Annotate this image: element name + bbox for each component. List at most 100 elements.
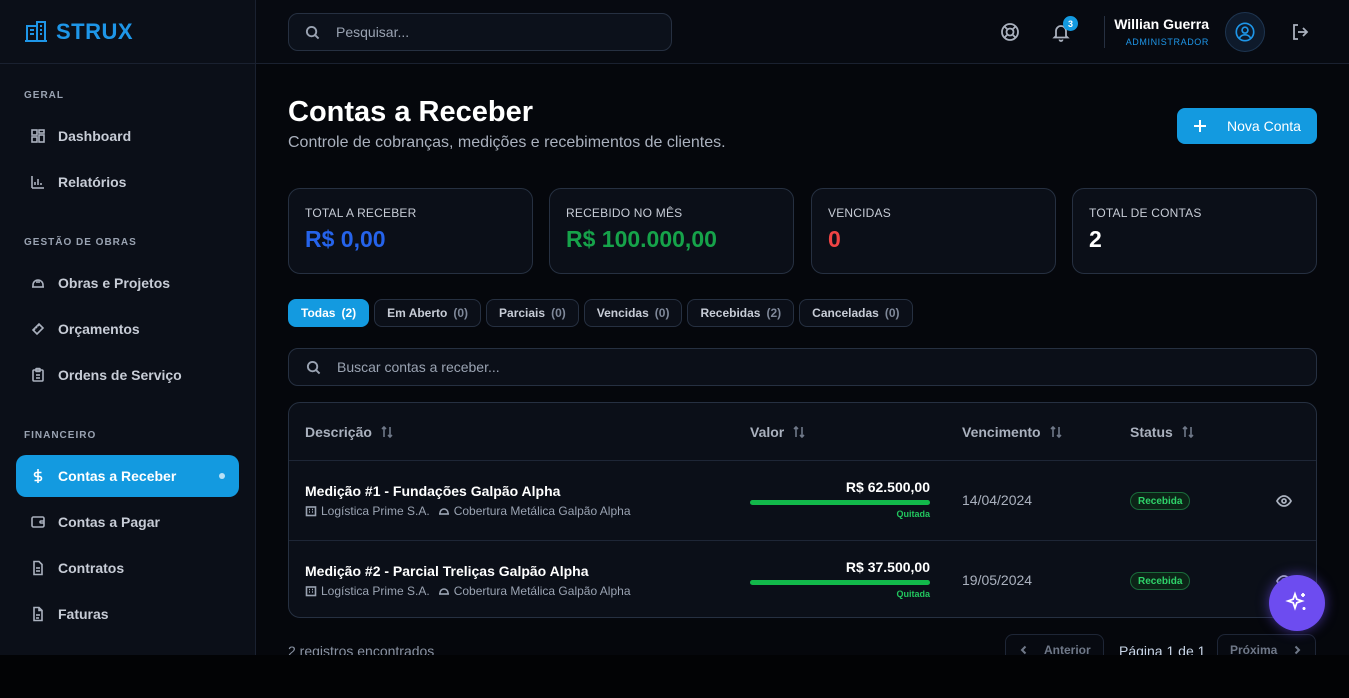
sidebar-item-dashboard[interactable]: Dashboard [16,115,239,157]
row-meta: Logística Prime S.A. Cobertura Metálica … [305,584,631,598]
sidebar: STRUX GERAL Dashboard Relatórios GESTÃO … [0,0,256,655]
dollar-icon [33,469,43,483]
section-title-financeiro: FINANCEIRO [24,430,97,441]
row-client: Logística Prime S.A. [321,504,430,518]
global-search[interactable] [288,13,672,51]
hard-hat-icon [438,508,449,515]
sidebar-item-relatorios[interactable]: Relatórios [16,161,239,203]
row-description: Medição #2 - Parcial Treliças Galpão Alp… [305,563,589,579]
prev-page-button[interactable]: Anterior [1005,634,1104,655]
payment-progress-bar [750,580,930,585]
filter-count: (0) [551,306,566,320]
section-title-gestao: GESTÃO DE OBRAS [24,237,137,248]
next-page-button[interactable]: Próxima [1217,634,1317,655]
table-row[interactable]: Medição #2 - Parcial Treliças Galpão Alp… [289,540,1316,617]
row-project: Cobertura Metálica Galpão Alpha [453,584,631,598]
payment-progress-fill [750,580,930,585]
sidebar-item-contas-pagar[interactable]: Contas a Pagar [16,501,239,543]
sidebar-item-ordens[interactable]: Ordens de Serviço [16,354,239,396]
new-account-button[interactable]: Nova Conta [1177,108,1317,144]
view-button[interactable] [1275,493,1293,509]
row-client: Logística Prime S.A. [321,584,430,598]
filter-count: (0) [884,306,900,320]
sidebar-item-label: Faturas [58,606,109,622]
sidebar-item-orcamentos[interactable]: Orçamentos [16,308,239,350]
filter-todas[interactable]: Todas (2) [288,299,370,327]
page-title: Contas a Receber [288,96,533,128]
wallet-icon [31,516,45,528]
sidebar-item-faturas[interactable]: Faturas [16,593,239,635]
receivables-table: Descrição Valor Vencimento Status Mediçã… [288,402,1317,618]
sidebar-item-obras[interactable]: Obras e Projetos [16,262,239,304]
ai-assistant-button[interactable] [1269,575,1325,631]
row-project: Cobertura Metálica Galpão Alpha [453,504,631,518]
sort-icon [381,425,393,439]
column-header-descricao[interactable]: Descrição [305,424,394,440]
user-role: ADMINISTRADOR [1125,37,1209,47]
app-window: STRUX GERAL Dashboard Relatórios GESTÃO … [0,0,1349,655]
stat-value: 0 [828,226,841,252]
stat-value: 2 [1089,226,1102,252]
stat-card-vencidas: VENCIDAS 0 [811,188,1056,274]
logout-button[interactable] [1288,20,1312,44]
row-value: R$ 37.500,00 [845,559,930,575]
chevron-left-icon [1020,645,1027,655]
file-icon [33,560,43,576]
help-button[interactable] [998,20,1022,44]
column-header-vencimento[interactable]: Vencimento [962,424,1063,440]
column-header-valor[interactable]: Valor [750,424,806,440]
filter-count: (0) [453,306,469,320]
column-header-status[interactable]: Status [1130,424,1195,440]
sidebar-item-contratos[interactable]: Contratos [16,547,239,589]
sparkles-icon [1285,591,1306,611]
sidebar-item-label: Orçamentos [58,321,140,337]
status-badge: Recebida [1130,492,1191,510]
filter-parciais[interactable]: Parciais (0) [486,299,579,327]
filter-count: (2) [341,306,357,320]
avatar[interactable] [1225,12,1265,52]
prev-page-label: Anterior [1044,643,1091,655]
sidebar-item-contas-receber[interactable]: Contas a Receber [16,455,239,497]
search-icon [306,360,321,374]
column-label: Status [1130,424,1173,440]
next-page-label: Próxima [1230,643,1278,655]
clipboard-icon [32,367,44,382]
sidebar-item-label: Contratos [58,560,125,576]
row-meta: Logística Prime S.A. Cobertura Metálica … [305,504,631,518]
row-value: R$ 62.500,00 [845,479,930,495]
filter-label: Vencidas [596,306,649,320]
sort-icon [1182,425,1194,439]
global-search-input[interactable] [336,24,636,40]
table-search-input[interactable] [337,359,637,375]
stat-label: TOTAL DE CONTAS [1089,206,1202,220]
logo[interactable]: STRUX [0,0,255,64]
filter-label: Todas [301,306,336,320]
filter-recebidas[interactable]: Recebidas (2) [687,299,795,327]
row-paid-label: Quitada [896,589,930,599]
table-search[interactable] [288,348,1317,386]
column-label: Vencimento [962,424,1041,440]
plus-icon [1194,120,1207,132]
sidebar-item-label: Contas a Pagar [58,514,160,530]
filter-canceladas[interactable]: Canceladas (0) [799,299,913,327]
building-icon [305,586,317,597]
filter-count: (2) [766,306,782,320]
stat-card-total-receber: TOTAL A RECEBER R$ 0,00 [288,188,533,274]
eye-icon [1275,495,1293,507]
section-title-geral: GERAL [24,90,64,101]
row-due-date: 19/05/2024 [962,572,1033,588]
filter-em-aberto[interactable]: Em Aberto (0) [374,299,482,327]
sort-icon [793,425,805,439]
sidebar-item-label: Contas a Receber [58,468,177,484]
building-icon [305,506,317,517]
sidebar-item-label: Dashboard [58,128,132,144]
table-row[interactable]: Medição #1 - Fundações Galpão Alpha Logí… [289,461,1316,540]
active-indicator [219,473,225,479]
page-info: Página 1 de 1 [1119,643,1206,655]
filter-vencidas[interactable]: Vencidas (0) [583,299,683,327]
sidebar-item-label: Obras e Projetos [58,275,171,291]
notifications-button[interactable]: 3 [1049,16,1078,44]
main-content: Contas a Receber Controle de cobranças, … [256,64,1349,655]
top-bar: 3 Willian Guerra ADMINISTRADOR [256,0,1349,64]
payment-progress-fill [750,500,930,505]
